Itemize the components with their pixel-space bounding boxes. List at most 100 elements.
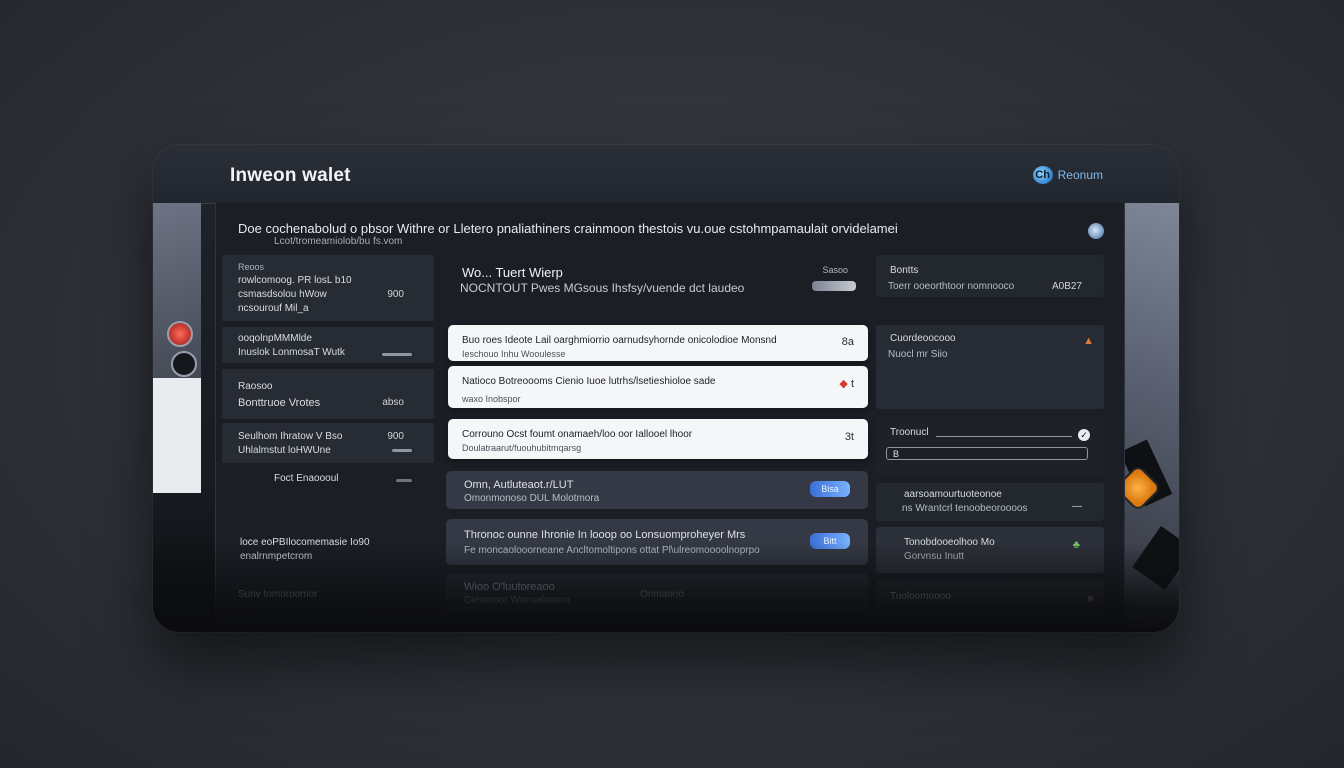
list-item-title: Reoos (238, 262, 265, 272)
list-item-title: Sunv tomoroomor (238, 589, 318, 600)
dropdown-underline[interactable] (936, 436, 1072, 437)
wallet-window: Inweon walet Ch Reonum Doe cochenabolud … (153, 145, 1179, 632)
page-headline: Doe cochenabolud o pbsor Withre or Llete… (238, 221, 898, 236)
info-title: Bontts (890, 265, 919, 276)
red-app-icon[interactable] (167, 321, 193, 347)
info-title: Tuoloomoooo (890, 591, 951, 602)
info-card[interactable]: Tuoloomoooo ■ (876, 581, 1104, 615)
list-item[interactable]: Sunv tomoroomor (222, 585, 434, 609)
brand-logo-icon: Ch (1032, 166, 1053, 184)
left-panel: Reoos rowlcomoog. PR losL b10 csmasdsolo… (222, 255, 434, 615)
brand[interactable]: Ch Reonum (1032, 165, 1103, 185)
info-card[interactable]: Tonobdooeolhoo Mo Gorvnsu Inutt ♣ (876, 527, 1104, 573)
list-item-line: Bonttruoe Vrotes (238, 397, 321, 409)
asset-title: Thronoc ounne Ihronie In looop oo Lonsuo… (464, 529, 746, 541)
list-item-title: ooqolnpMMMlde (238, 333, 312, 344)
main-content: Doe cochenabolud o pbsor Withre or Llete… (215, 203, 1125, 632)
asset-detail: Gieomoor Wonsaloooro (464, 595, 570, 606)
list-item-value: abso (382, 397, 404, 408)
app-title: Inweon walet (230, 165, 351, 186)
check-icon[interactable]: ✓ (1078, 429, 1090, 441)
list-item-line: ncsourouf Mil_a (238, 303, 309, 314)
list-item[interactable]: Seulhom Ihratow V Bso Uhlalmstut loHWUne… (222, 423, 434, 463)
asset-card[interactable]: Thronoc ounne Ihronie In looop oo Lonsuo… (446, 519, 868, 565)
info-title: Cuordeoocooo (890, 333, 956, 344)
right-panel: Bontts Toerr ooeorthtoor nomnooco A0B27 … (876, 255, 1104, 615)
transaction-detail: Doulatraarut/fuouhubitmqarsg (462, 443, 582, 453)
info-value: A0B27 (1051, 281, 1082, 292)
transaction-detail: Ieschouo Inhu Wooulesse (462, 349, 566, 359)
fire-icon: ▲ (1083, 335, 1094, 347)
list-item-title: Foct Enaoooul (274, 473, 339, 484)
background: Inweon walet Ch Reonum Doe cochenabolud … (0, 0, 1344, 768)
hero-subtitle: NOCNTOUT Pwes MGsous Ihsfsy/vuende dct l… (460, 281, 745, 295)
list-item-title: Seulhom Ihratow V Bso (238, 431, 343, 442)
info-detail: Nuocl mr Siio (888, 349, 948, 360)
list-item-line: Uhlalmstut loHWUne (238, 445, 331, 456)
hero-title: Wo... Tuert Wierp (462, 265, 563, 280)
transaction-card[interactable]: Buo roes Ideote Lail oarghmiorrio oarnud… (448, 325, 868, 361)
list-item-title: Raosoo (238, 381, 273, 392)
transaction-card[interactable]: Natioco Botreoooms Cienio Iuoe lutrhs/ls… (448, 366, 868, 408)
info-dash: — (1072, 501, 1082, 512)
left-decoration (153, 203, 201, 493)
asset-chip[interactable]: Bitt (810, 533, 850, 549)
hero-toggle[interactable] (812, 281, 856, 291)
transaction-card[interactable]: Corrouno Ocst foumt onamaeh/loo oor Iall… (448, 419, 868, 459)
list-item-line: csmasdsolou hWow (238, 289, 327, 300)
list-item-progress (382, 353, 412, 356)
page-subheadline: Lcot/tromeamiolob/bu fs.vom (274, 236, 403, 247)
list-item-value: 900 (387, 289, 404, 300)
asset-title: Wioo O'luutoreaoo (464, 581, 555, 593)
info-title: aarsoamourtuoteonoe (904, 489, 1002, 500)
center-panel: Wo... Tuert Wierp NOCNTOUT Pwes MGsous I… (444, 255, 872, 615)
list-item-line: rowlcomoog. PR losL b10 (238, 275, 352, 286)
transaction-action[interactable]: ◆ t (839, 377, 854, 390)
list-item[interactable]: loce eoPBIlocomemasie Io90 enalrnmpetcro… (222, 533, 434, 569)
info-title: Tonobdooeolhoo Mo (904, 537, 995, 548)
transaction-action[interactable]: 3t (845, 431, 854, 443)
asset-detail: Omonmonoso DUL Molotmora (464, 493, 600, 504)
amount-input[interactable]: B (886, 447, 1088, 460)
form-card: Troonucl ✓ B (876, 417, 1104, 475)
asset-detail: Fe moncaolooorneane Ancltomoltipons otta… (464, 545, 760, 556)
hero-meta: Sasoo (822, 265, 848, 275)
transaction-detail: waxo Inobspor (462, 394, 521, 404)
info-card[interactable]: aarsoamourtuoteonoe ns Wrantcrl tenoobeo… (876, 483, 1104, 521)
asset-card[interactable]: Wioo O'luutoreaoo Gieomoor Wonsaloooro O… (446, 573, 868, 613)
asset-title: Omn, Autluteaot.r/LUT (464, 479, 574, 491)
list-item-value: 900 (387, 431, 404, 442)
list-item[interactable]: Raosoo Bonttruoe Vrotes abso (222, 369, 434, 419)
form-label: Troonucl (890, 427, 929, 438)
profile-icon[interactable] (1088, 223, 1104, 239)
info-detail: ns Wrantcrl tenoobeoroooos (902, 503, 1028, 514)
list-item[interactable]: Foct Enaoooul (222, 467, 434, 507)
chip-icon: ■ (1087, 593, 1094, 605)
asset-card[interactable]: Omn, Autluteaot.r/LUT Omonmonoso DUL Mol… (446, 471, 868, 509)
lips-icon: ◆ (839, 378, 848, 390)
dark-app-icon[interactable] (171, 351, 197, 377)
list-item-progress (396, 479, 412, 482)
asset-chip[interactable]: Bisa (810, 481, 850, 497)
info-card[interactable]: Bontts Toerr ooeorthtoor nomnooco A0B27 (876, 255, 1104, 297)
list-item-line: Inuslok LonmosaT Wutk (238, 347, 345, 358)
list-item-title: loce eoPBIlocomemasie Io90 (240, 537, 370, 548)
transaction-action[interactable]: 8a (842, 336, 854, 348)
transaction-action-label: t (850, 378, 854, 390)
transaction-title: Natioco Botreoooms Cienio Iuoe lutrhs/ls… (462, 376, 716, 387)
info-detail: Toerr ooeorthtoor nomnooco (888, 281, 1015, 292)
brand-label[interactable]: Reonum (1058, 168, 1103, 182)
list-item[interactable]: ooqolnpMMMlde Inuslok LonmosaT Wutk (222, 327, 434, 363)
transaction-title: Buo roes Ideote Lail oarghmiorrio oarnud… (462, 335, 777, 346)
list-item-line: enalrnmpetcrom (240, 551, 313, 562)
info-card[interactable]: Cuordeoocooo Nuocl mr Siio ▲ (876, 325, 1104, 409)
list-item-progress (392, 449, 412, 452)
transaction-title: Corrouno Ocst foumt onamaeh/loo oor Iall… (462, 429, 693, 440)
tree-icon: ♣ (1072, 539, 1080, 551)
list-item[interactable]: Reoos rowlcomoog. PR losL b10 csmasdsolo… (222, 255, 434, 321)
right-decoration (1119, 203, 1179, 632)
dark-shard (1132, 526, 1179, 590)
asset-extra: Onmaono (640, 589, 684, 600)
title-bar: Inweon walet Ch Reonum (153, 145, 1179, 204)
side-tab (153, 378, 201, 493)
